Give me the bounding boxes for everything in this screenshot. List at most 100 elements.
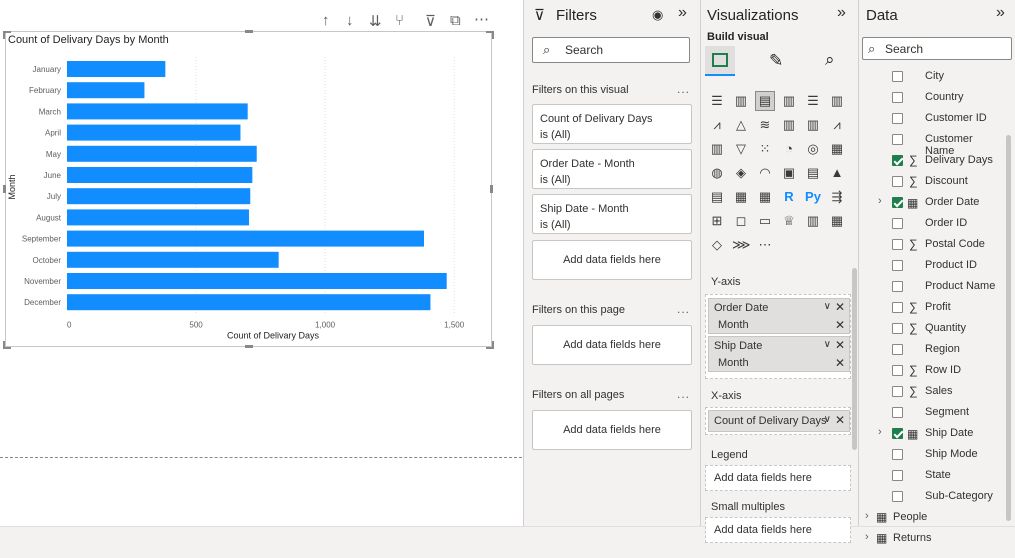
y-axis-well[interactable]: Order Date ∨ ✕ Month ✕ Ship Date ∨ ✕ Mon…: [705, 294, 851, 379]
field-checkbox[interactable]: [892, 113, 903, 124]
field-row[interactable]: Customer Name: [859, 129, 1004, 157]
stacked-area-icon[interactable]: ≋: [756, 116, 774, 134]
field-row[interactable]: City: [859, 66, 1004, 87]
field-row[interactable]: › ▦ Order Date: [859, 192, 1004, 213]
collapse-chevron-icon[interactable]: »: [996, 4, 1005, 22]
goals-icon[interactable]: ♕: [780, 212, 798, 230]
field-row[interactable]: ∑ Row ID: [859, 360, 1004, 381]
field-checkbox[interactable]: [892, 386, 903, 397]
field-checkbox[interactable]: [892, 407, 903, 418]
field-checkbox[interactable]: [892, 323, 903, 334]
scatter-icon[interactable]: ⁙: [756, 140, 774, 158]
field-row[interactable]: Order ID: [859, 213, 1004, 234]
build-visual-tab[interactable]: [705, 46, 735, 76]
collapse-chevron-icon[interactable]: »: [678, 4, 687, 22]
data-search-input[interactable]: ⌕ Search: [862, 37, 1012, 60]
field-row[interactable]: ∑ Profit: [859, 297, 1004, 318]
narrative-icon[interactable]: ▭: [756, 212, 774, 230]
filter-card[interactable]: Order Date - Month is (All): [532, 149, 692, 189]
remove-field-icon[interactable]: ✕: [835, 356, 845, 370]
field-checkbox[interactable]: [892, 71, 903, 82]
field-checkbox[interactable]: [892, 239, 903, 250]
100-bar-icon[interactable]: ☰: [804, 92, 822, 110]
key-influencers-icon[interactable]: ⇶: [828, 188, 846, 206]
clustered-column-icon[interactable]: ▥: [780, 92, 798, 110]
table-icon[interactable]: ▦: [732, 188, 750, 206]
field-row[interactable]: Country: [859, 87, 1004, 108]
matrix-icon[interactable]: ▦: [756, 188, 774, 206]
field-row[interactable]: Ship Mode: [859, 444, 1004, 465]
field-row[interactable]: ∑ Delivary Days: [859, 150, 1004, 171]
analytics-icon[interactable]: ⌕: [825, 50, 835, 70]
decomposition-icon[interactable]: ⊞: [708, 212, 726, 230]
legend-well[interactable]: Add data fields here: [705, 465, 851, 491]
collapse-chevron-icon[interactable]: »: [837, 4, 846, 22]
field-row[interactable]: Product ID: [859, 255, 1004, 276]
field-row[interactable]: State: [859, 465, 1004, 486]
funnel-icon[interactable]: ▽: [732, 140, 750, 158]
remove-field-icon[interactable]: ✕: [835, 338, 845, 352]
field-row[interactable]: › ▦ Ship Date: [859, 423, 1004, 444]
table-row[interactable]: › ▦ Returns: [859, 528, 1004, 549]
eye-icon[interactable]: ◉: [652, 7, 663, 23]
field-row[interactable]: Segment: [859, 402, 1004, 423]
field-checkbox[interactable]: [892, 470, 903, 481]
field-checkbox[interactable]: [892, 155, 903, 166]
python-visual-icon[interactable]: Py: [804, 188, 822, 206]
line-column-icon[interactable]: ▥: [780, 116, 798, 134]
card-icon[interactable]: ▣: [780, 164, 798, 182]
more-visuals-icon[interactable]: ⋙: [732, 236, 751, 254]
field-checkbox[interactable]: [892, 197, 903, 208]
expand-chevron-icon[interactable]: ›: [878, 195, 882, 207]
donut-icon[interactable]: ◎: [804, 140, 822, 158]
expand-chevron-icon[interactable]: ›: [865, 510, 869, 522]
filter-card[interactable]: Count of Delivary Days is (All): [532, 104, 692, 144]
table-row[interactable]: › ▦ People: [859, 507, 1004, 528]
format-visual-icon[interactable]: ✎: [769, 51, 783, 71]
field-row[interactable]: Product Name: [859, 276, 1004, 297]
small-multiples-well[interactable]: Add data fields here: [705, 517, 851, 543]
more-icon[interactable]: ...: [677, 387, 690, 401]
gauge-icon[interactable]: ◠: [756, 164, 774, 182]
filters-search-input[interactable]: ⌕ Search: [532, 37, 690, 63]
chevron-down-icon[interactable]: ∨: [824, 301, 831, 312]
r-visual-icon[interactable]: R: [780, 188, 798, 206]
field-checkbox[interactable]: [892, 449, 903, 460]
filter-card[interactable]: Ship Date - Month is (All): [532, 194, 692, 234]
x-axis-well[interactable]: Count of Delivary Days ∨ ✕: [705, 407, 851, 435]
field-checkbox[interactable]: [892, 218, 903, 229]
line-clustered-icon[interactable]: ▥: [804, 116, 822, 134]
field-row[interactable]: ∑ Quantity: [859, 318, 1004, 339]
treemap-icon[interactable]: ▦: [828, 140, 846, 158]
field-checkbox[interactable]: [892, 302, 903, 313]
kpi-icon[interactable]: ▲: [828, 164, 846, 182]
field-row[interactable]: ∑ Discount: [859, 171, 1004, 192]
map-icon[interactable]: ◍: [708, 164, 726, 182]
remove-field-icon[interactable]: ✕: [835, 413, 845, 427]
filled-map-icon[interactable]: ◈: [732, 164, 750, 182]
chevron-down-icon[interactable]: ∨: [824, 414, 831, 425]
area-chart-icon[interactable]: △: [732, 116, 750, 134]
field-checkbox[interactable]: [892, 491, 903, 502]
add-report-filter-field[interactable]: Add data fields here: [532, 410, 692, 450]
field-checkbox[interactable]: [892, 428, 903, 439]
remove-field-icon[interactable]: ✕: [835, 300, 845, 314]
slicer-icon[interactable]: ▤: [708, 188, 726, 206]
scrollbar[interactable]: [852, 268, 857, 450]
clustered-bar-icon[interactable]: ▤: [755, 91, 775, 111]
ribbon-icon[interactable]: ⩘: [828, 116, 846, 134]
field-checkbox[interactable]: [892, 260, 903, 271]
more-icon[interactable]: ...: [677, 302, 690, 316]
field-row[interactable]: ∑ Postal Code: [859, 234, 1004, 255]
field-checkbox[interactable]: [892, 134, 903, 145]
field-row[interactable]: Sub-Category: [859, 486, 1004, 507]
expand-chevron-icon[interactable]: ›: [865, 531, 869, 543]
line-chart-icon[interactable]: ⩘: [708, 116, 726, 134]
field-checkbox[interactable]: [892, 365, 903, 376]
remove-field-icon[interactable]: ✕: [835, 318, 845, 332]
field-checkbox[interactable]: [892, 176, 903, 187]
power-automate-icon[interactable]: ◇: [708, 236, 726, 254]
add-visual-filter-field[interactable]: Add data fields here: [532, 240, 692, 280]
stacked-bar-icon[interactable]: ☰: [708, 92, 726, 110]
pie-icon[interactable]: ◔: [780, 140, 798, 158]
